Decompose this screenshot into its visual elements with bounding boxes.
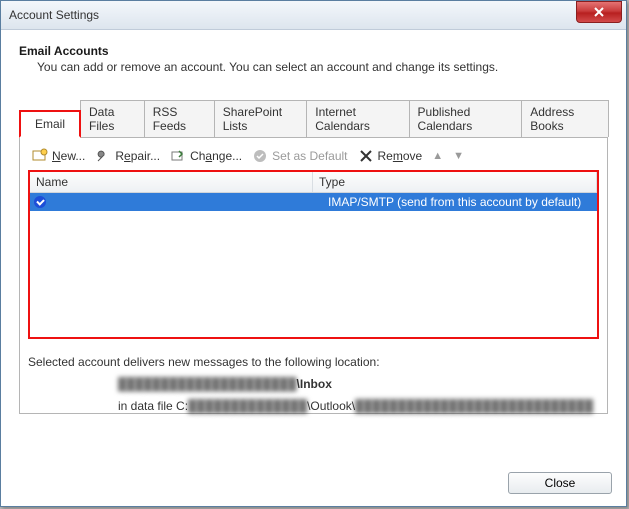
tab-label: RSS Feeds (153, 105, 186, 133)
change-icon (170, 148, 186, 164)
tab-label: Data Files (89, 105, 114, 133)
toolbar: New... Repair... Change... (28, 146, 599, 170)
repair-icon (95, 148, 111, 164)
tab-label: Internet Calendars (315, 105, 370, 133)
remove-icon (358, 148, 374, 164)
tab-label: SharePoint Lists (223, 105, 282, 133)
delivery-folder: █████████████████████\Inbox (118, 377, 599, 391)
delivery-info: Selected account delivers new messages t… (28, 355, 599, 413)
content-area: Email Accounts You can add or remove an … (1, 30, 626, 424)
account-type-cell: IMAP/SMTP (send from this account by def… (322, 195, 597, 209)
account-row[interactable]: IMAP/SMTP (send from this account by def… (30, 193, 597, 211)
column-header-name[interactable]: Name (30, 172, 313, 192)
remove-button[interactable]: Remove (358, 148, 423, 164)
move-down-button: ▼ (453, 150, 464, 162)
tab-internet-calendars[interactable]: Internet Calendars (306, 100, 409, 137)
tabstrip: Email Data Files RSS Feeds SharePoint Li… (19, 100, 608, 138)
new-icon (32, 148, 48, 164)
change-button[interactable]: Change... (170, 148, 242, 164)
footer: Close (508, 472, 612, 494)
new-label: ew... (61, 149, 86, 163)
tab-published-calendars[interactable]: Published Calendars (409, 100, 523, 137)
move-up-button: ▲ (432, 150, 443, 162)
delivery-intro: Selected account delivers new messages t… (28, 355, 599, 369)
tab-label: Email (35, 117, 65, 131)
list-header: Name Type (30, 172, 597, 193)
window-title: Account Settings (9, 8, 99, 22)
tab-rss-feeds[interactable]: RSS Feeds (144, 100, 215, 137)
tab-email[interactable]: Email (19, 110, 81, 138)
delivery-datafile: in data file C:██████████████\Outlook\██… (118, 399, 599, 413)
close-button[interactable]: Close (508, 472, 612, 494)
accounts-listbox: Name Type IMAP/SMTP (send from this acco… (28, 170, 599, 339)
column-header-type[interactable]: Type (313, 172, 597, 192)
tab-label: Address Books (530, 105, 574, 133)
titlebar: Account Settings (1, 1, 626, 30)
page-title: Email Accounts (19, 44, 608, 58)
set-default-label: Set as Default (272, 149, 347, 163)
tab-label: Published Calendars (418, 105, 473, 133)
set-default-button: Set as Default (252, 148, 347, 164)
default-account-icon (30, 196, 52, 208)
close-icon (594, 7, 604, 17)
tab-pane-email: New... Repair... Change... (19, 138, 608, 414)
tab-data-files[interactable]: Data Files (80, 100, 145, 137)
new-button[interactable]: New... (32, 148, 85, 164)
page-description: You can add or remove an account. You ca… (37, 60, 608, 74)
account-settings-window: Account Settings Email Accounts You can … (0, 0, 627, 507)
tab-sharepoint-lists[interactable]: SharePoint Lists (214, 100, 308, 137)
window-close-button[interactable] (576, 1, 622, 23)
tab-address-books[interactable]: Address Books (521, 100, 609, 137)
repair-button[interactable]: Repair... (95, 148, 160, 164)
list-body[interactable]: IMAP/SMTP (send from this account by def… (30, 193, 597, 337)
check-circle-icon (252, 148, 268, 164)
